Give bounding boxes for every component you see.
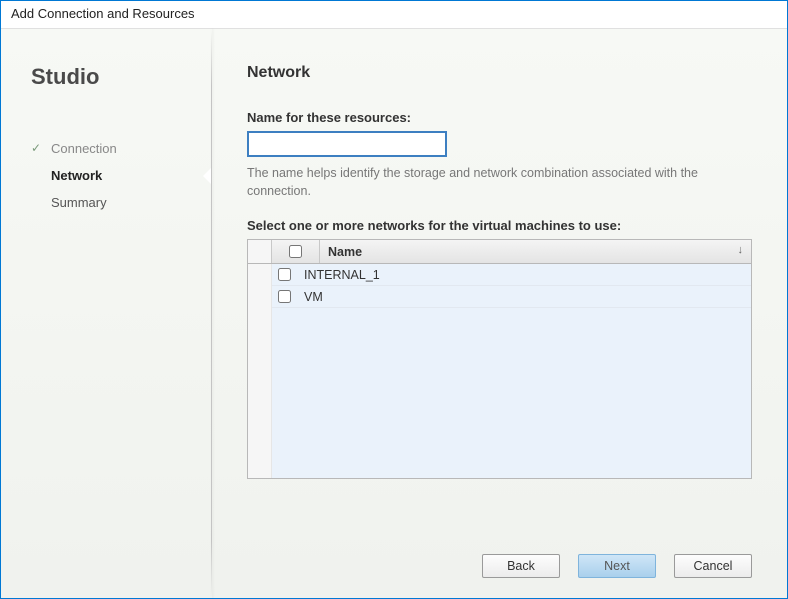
step-network[interactable]: Network: [31, 162, 191, 189]
step-connection[interactable]: ✓ Connection: [31, 135, 191, 162]
button-bar: Back Next Cancel: [247, 524, 752, 578]
window-body: Studio ✓ Connection Network Summary Netw…: [1, 29, 787, 598]
grid-header: Name ↓: [248, 240, 751, 264]
networks-label: Select one or more networks for the virt…: [247, 218, 752, 233]
step-label: Network: [51, 168, 102, 183]
name-field-label: Name for these resources:: [247, 110, 752, 125]
step-label: Connection: [51, 141, 117, 156]
sidebar-title: Studio: [31, 64, 191, 90]
row-name: VM: [304, 290, 323, 304]
row-checkbox[interactable]: [278, 290, 291, 303]
row-name-cell: VM: [296, 290, 751, 304]
back-button[interactable]: Back: [482, 554, 560, 578]
next-button[interactable]: Next: [578, 554, 656, 578]
page-heading: Network: [247, 64, 752, 82]
grid-rows: INTERNAL_1 VM: [272, 264, 751, 478]
networks-grid: Name ↓ INTERNAL_1: [247, 239, 752, 479]
resources-name-input[interactable]: [247, 131, 447, 157]
name-help-text: The name helps identify the storage and …: [247, 165, 707, 200]
header-name-column[interactable]: Name: [320, 245, 751, 259]
header-select-all[interactable]: [272, 240, 320, 263]
network-row[interactable]: VM: [272, 286, 751, 308]
main-panel: Network Name for these resources: The na…: [212, 29, 787, 598]
step-label: Summary: [51, 195, 107, 210]
checkmark-icon: ✓: [31, 141, 41, 155]
grid-body: INTERNAL_1 VM: [248, 264, 751, 478]
wizard-steps: ✓ Connection Network Summary: [31, 135, 191, 216]
select-all-checkbox[interactable]: [289, 245, 302, 258]
window-titlebar: Add Connection and Resources: [1, 1, 787, 29]
row-check-cell[interactable]: [272, 286, 296, 307]
row-check-cell[interactable]: [272, 264, 296, 285]
row-checkbox[interactable]: [278, 268, 291, 281]
row-name: INTERNAL_1: [304, 268, 380, 282]
cancel-button[interactable]: Cancel: [674, 554, 752, 578]
column-header-name: Name: [328, 245, 362, 259]
row-name-cell: INTERNAL_1: [296, 268, 751, 282]
header-gutter: [248, 240, 272, 263]
sort-arrow-icon[interactable]: ↓: [738, 244, 744, 256]
window-title: Add Connection and Resources: [11, 6, 195, 21]
step-summary[interactable]: Summary: [31, 189, 191, 216]
network-row[interactable]: INTERNAL_1: [272, 264, 751, 286]
wizard-sidebar: Studio ✓ Connection Network Summary: [1, 29, 211, 598]
grid-gutter: [248, 264, 272, 478]
